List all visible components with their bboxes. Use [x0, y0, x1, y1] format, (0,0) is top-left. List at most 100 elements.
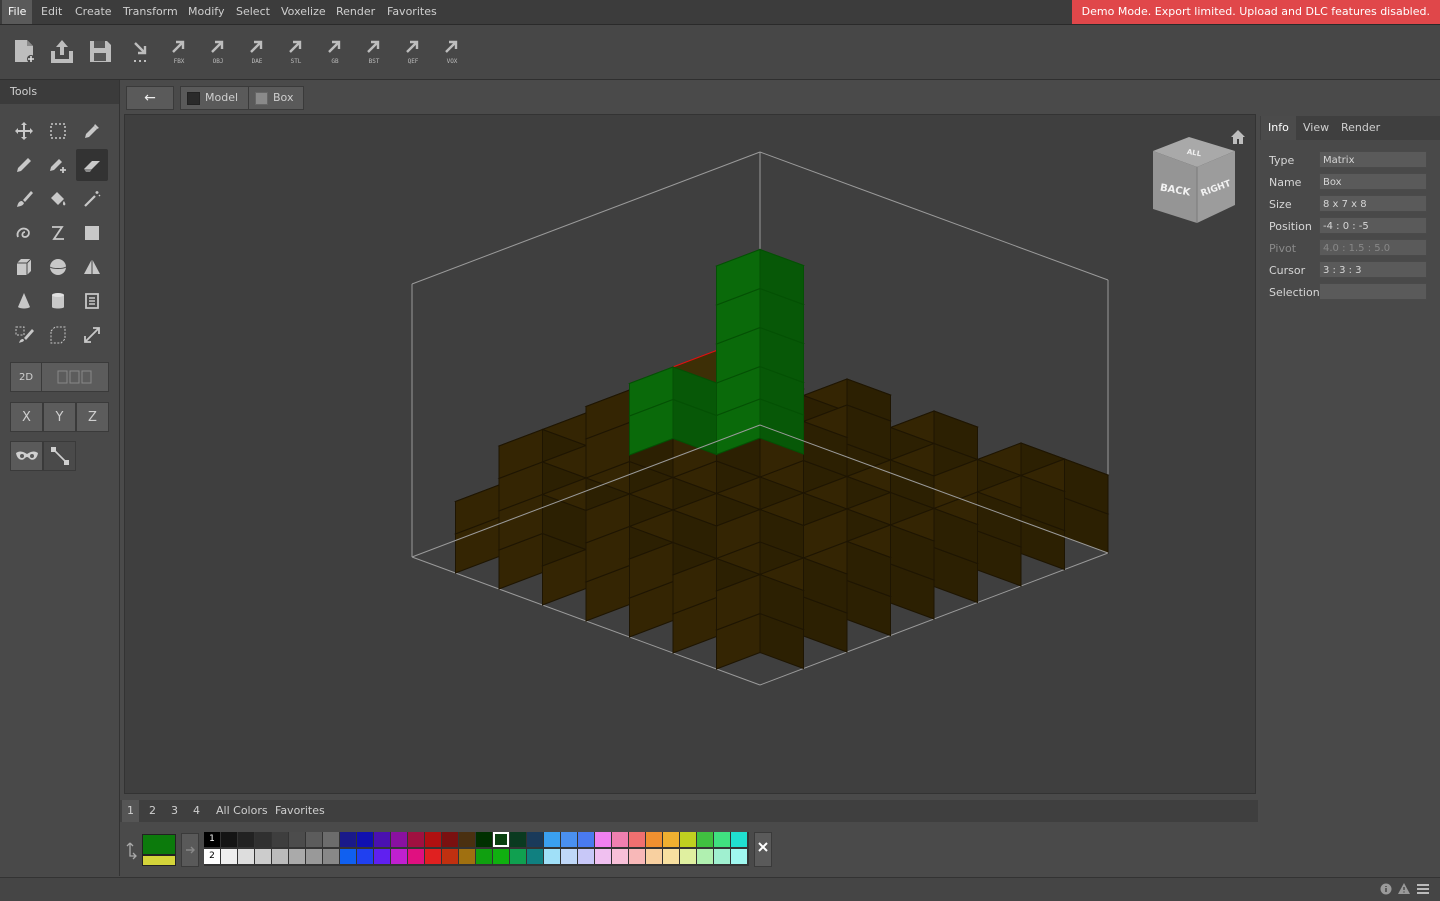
primary-color-swatch[interactable]: [142, 834, 176, 855]
pyramid-tool[interactable]: [76, 251, 108, 283]
curve-tool[interactable]: [8, 217, 40, 249]
palette-swatch[interactable]: [697, 832, 713, 847]
mirror-toggle[interactable]: [10, 441, 43, 471]
palette-swatch[interactable]: [238, 832, 254, 847]
swap-colors-button[interactable]: [126, 840, 140, 860]
back-button[interactable]: ←: [126, 86, 174, 110]
cone-tool[interactable]: [8, 285, 40, 317]
palette-swatch[interactable]: [289, 832, 305, 847]
palette-swatch[interactable]: [442, 832, 458, 847]
palette-swatch[interactable]: [646, 832, 662, 847]
secondary-color-swatch[interactable]: [142, 855, 176, 866]
palette-swatch[interactable]: [374, 849, 390, 864]
palette-swatch[interactable]: [459, 849, 475, 864]
palette-swatch[interactable]: [612, 832, 628, 847]
palette-swatch[interactable]: [663, 832, 679, 847]
palette-swatch[interactable]: [476, 832, 492, 847]
palette-swatch[interactable]: [595, 849, 611, 864]
tab-info[interactable]: Info: [1261, 116, 1296, 140]
palette-tab-4[interactable]: 4: [188, 800, 205, 822]
export-stl-button[interactable]: STL: [282, 37, 310, 65]
export-obj-button[interactable]: OBJ: [204, 37, 232, 65]
export-qef-button[interactable]: QEF: [399, 37, 427, 65]
cylinder-tool[interactable]: [42, 285, 74, 317]
menu-status-button[interactable]: [1416, 883, 1430, 895]
text-tool[interactable]: [76, 285, 108, 317]
3d-viewport[interactable]: ALL BACK RIGHT: [124, 114, 1256, 794]
palette-swatch[interactable]: [340, 849, 356, 864]
palette-swatch[interactable]: [663, 849, 679, 864]
palette-swatch[interactable]: [255, 832, 271, 847]
select-box-tool[interactable]: [42, 115, 74, 147]
palette-swatch[interactable]: [459, 832, 475, 847]
view-2d-toggle[interactable]: 2D: [10, 362, 42, 392]
palette-swatch[interactable]: [221, 832, 237, 847]
type-field[interactable]: Matrix: [1319, 151, 1427, 168]
palette-swatch[interactable]: [323, 849, 339, 864]
palette-swatch[interactable]: [425, 832, 441, 847]
axis-y-toggle[interactable]: Y: [43, 402, 76, 432]
palette-swatch[interactable]: [255, 849, 271, 864]
palette-swatch[interactable]: [289, 849, 305, 864]
palette-swatch[interactable]: [272, 849, 288, 864]
palette-swatch[interactable]: [238, 849, 254, 864]
menu-select[interactable]: Select: [230, 0, 276, 24]
cube-tool[interactable]: [8, 251, 40, 283]
palette-swatch[interactable]: [697, 849, 713, 864]
cursor-field[interactable]: 3 : 3 : 3: [1319, 261, 1427, 278]
magic-wand-tool[interactable]: [76, 183, 108, 215]
eyedropper-tool[interactable]: [76, 115, 108, 147]
select-cube-tool[interactable]: [42, 319, 74, 351]
palette-swatch[interactable]: [221, 849, 237, 864]
palette-swatch[interactable]: [561, 849, 577, 864]
new-file-button[interactable]: [10, 37, 38, 65]
voxel-scene[interactable]: [125, 115, 1255, 793]
palette-tab-all-colors[interactable]: All Colors: [211, 800, 273, 822]
name-field[interactable]: Box: [1319, 173, 1427, 190]
tab-render[interactable]: Render: [1334, 116, 1387, 140]
palette-swatch[interactable]: [323, 832, 339, 847]
export-vox-button[interactable]: VOX: [438, 37, 466, 65]
palette-swatch[interactable]: [544, 849, 560, 864]
brush-tool[interactable]: [8, 183, 40, 215]
palette-swatch[interactable]: [357, 832, 373, 847]
palette-swatch[interactable]: [357, 849, 373, 864]
export-fbx-button[interactable]: FBX: [165, 37, 193, 65]
line-tool[interactable]: [42, 217, 74, 249]
export-more-button[interactable]: [127, 37, 155, 65]
close-palette-button[interactable]: [754, 832, 772, 867]
select-paint-tool[interactable]: [8, 319, 40, 351]
palette-swatch[interactable]: [306, 849, 322, 864]
size-field[interactable]: 8 x 7 x 8: [1319, 195, 1427, 212]
pencil-tool[interactable]: [8, 149, 40, 181]
menu-transform[interactable]: Transform: [117, 0, 184, 24]
palette-tab-favorites[interactable]: Favorites: [270, 800, 330, 822]
menu-edit[interactable]: Edit: [35, 0, 68, 24]
breadcrumb-model[interactable]: Model: [180, 86, 250, 110]
palette-swatch[interactable]: [578, 832, 594, 847]
palette-swatch[interactable]: [629, 832, 645, 847]
palette-tab-3[interactable]: 3: [166, 800, 183, 822]
palette-swatch[interactable]: [425, 849, 441, 864]
palette-tab-1[interactable]: 1: [122, 800, 139, 822]
menu-create[interactable]: Create: [69, 0, 118, 24]
palette-swatch[interactable]: [391, 849, 407, 864]
export-bst-button[interactable]: BST: [360, 37, 388, 65]
palette-swatch[interactable]: [391, 832, 407, 847]
palette-swatch[interactable]: [374, 832, 390, 847]
fill-tool[interactable]: [42, 183, 74, 215]
axis-z-toggle[interactable]: Z: [76, 402, 109, 432]
menu-favorites[interactable]: Favorites: [381, 0, 443, 24]
menu-file[interactable]: File: [2, 0, 33, 24]
palette-tab-2[interactable]: 2: [144, 800, 161, 822]
palette-swatch[interactable]: [306, 832, 322, 847]
sphere-tool[interactable]: [42, 251, 74, 283]
layer-slices-toggle[interactable]: [41, 362, 109, 392]
palette-swatch[interactable]: [578, 849, 594, 864]
warning-status-button[interactable]: [1397, 882, 1411, 895]
palette-swatch[interactable]: [527, 832, 543, 847]
navigation-cube[interactable]: ALL BACK RIGHT: [1149, 133, 1241, 227]
palette-swatch[interactable]: [731, 849, 747, 864]
palette-swatch[interactable]: [340, 832, 356, 847]
palette-swatch[interactable]: [646, 849, 662, 864]
